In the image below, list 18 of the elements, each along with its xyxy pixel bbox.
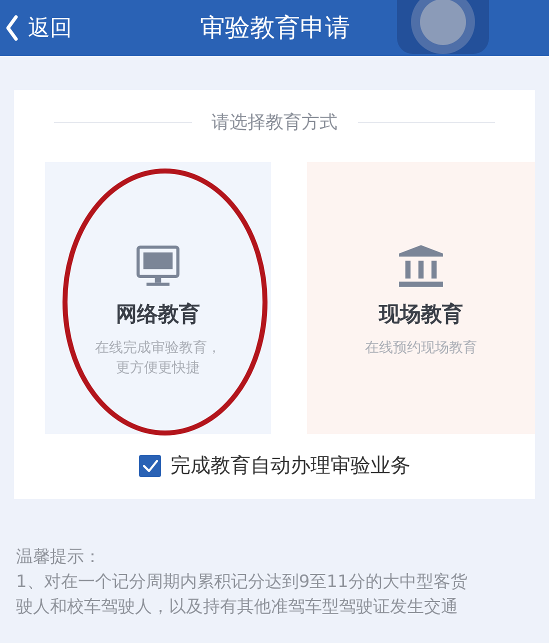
option-title: 网络教育 (116, 301, 200, 328)
back-icon (4, 14, 20, 42)
option-description: 在线完成审验教育， 更方便更快捷 (94, 339, 221, 378)
monitor-icon (134, 244, 181, 288)
notice-text: 驶人和校车驾驶人，以及持有其他准驾车型驾驶证发生交通 (16, 596, 459, 619)
option-description: 在线预约现场教育 (364, 339, 477, 358)
notice-text: 1、对在一个记分周期内累积记分达到9至11分的大中型客货 (16, 571, 468, 594)
option-card[interactable]: 网络教育 在线完成审验教育， 更方便更快捷 (45, 162, 271, 434)
option-title: 现场教育 (378, 301, 463, 328)
building-icon (398, 244, 444, 288)
section-heading: 请选择教育方式 (212, 111, 338, 134)
checkbox[interactable] (138, 454, 160, 476)
page-title: 审验教育申请 (200, 12, 350, 44)
option-card[interactable]: 现场教育 在线预约现场教育 (306, 162, 535, 434)
floating-button[interactable] (397, 0, 489, 54)
notice-title: 温馨提示： (16, 546, 102, 569)
checkbox-label: 完成教育自动办理审验业务 (170, 452, 410, 479)
back-button[interactable]: 返回 (0, 13, 72, 43)
